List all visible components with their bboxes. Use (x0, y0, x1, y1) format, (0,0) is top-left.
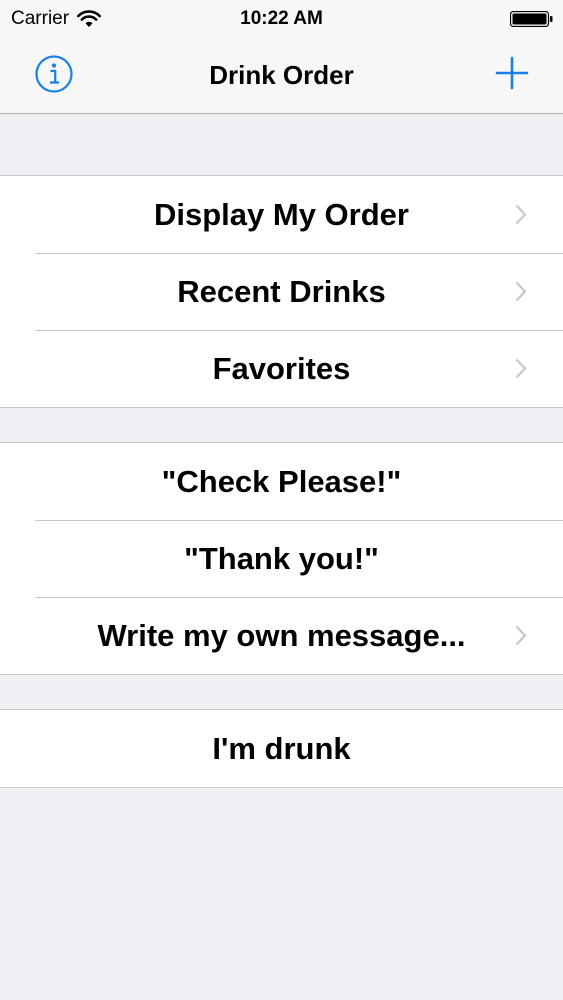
row-label: Recent Drinks (177, 273, 386, 309)
status-bar: Carrier 10:22 AM (0, 0, 563, 38)
chevron-right-icon (515, 204, 527, 225)
chevron-right-icon (515, 625, 527, 646)
thank-you-row[interactable]: "Thank you!" (0, 520, 563, 597)
row-label: Favorites (212, 350, 351, 386)
chevron-right-icon (515, 281, 527, 302)
recent-drinks-row[interactable]: Recent Drinks (0, 253, 563, 330)
row-label: "Thank you!" (184, 540, 379, 576)
im-drunk-row[interactable]: I'm drunk (0, 710, 563, 787)
info-icon[interactable] (34, 54, 74, 94)
navigation-bar: Drink Order (0, 38, 563, 114)
chevron-right-icon (515, 358, 527, 379)
row-label: Write my own message... (97, 617, 466, 653)
menu-section-1: Display My Order Recent Drinks Favorites (0, 175, 563, 408)
status-time: 10:22 AM (240, 8, 323, 29)
favorites-row[interactable]: Favorites (0, 330, 563, 407)
row-label: "Check Please!" (161, 463, 402, 499)
row-label: Display My Order (154, 196, 409, 232)
menu-section-2: "Check Please!" "Thank you!" Write my ow… (0, 442, 563, 675)
menu-section-3: I'm drunk (0, 709, 563, 788)
display-my-order-row[interactable]: Display My Order (0, 176, 563, 253)
nav-title: Drink Order (209, 60, 354, 90)
check-please-row[interactable]: "Check Please!" (0, 443, 563, 520)
write-own-message-row[interactable]: Write my own message... (0, 597, 563, 674)
row-label: I'm drunk (212, 730, 351, 766)
plus-icon[interactable] (495, 56, 529, 90)
battery-icon (510, 11, 553, 27)
